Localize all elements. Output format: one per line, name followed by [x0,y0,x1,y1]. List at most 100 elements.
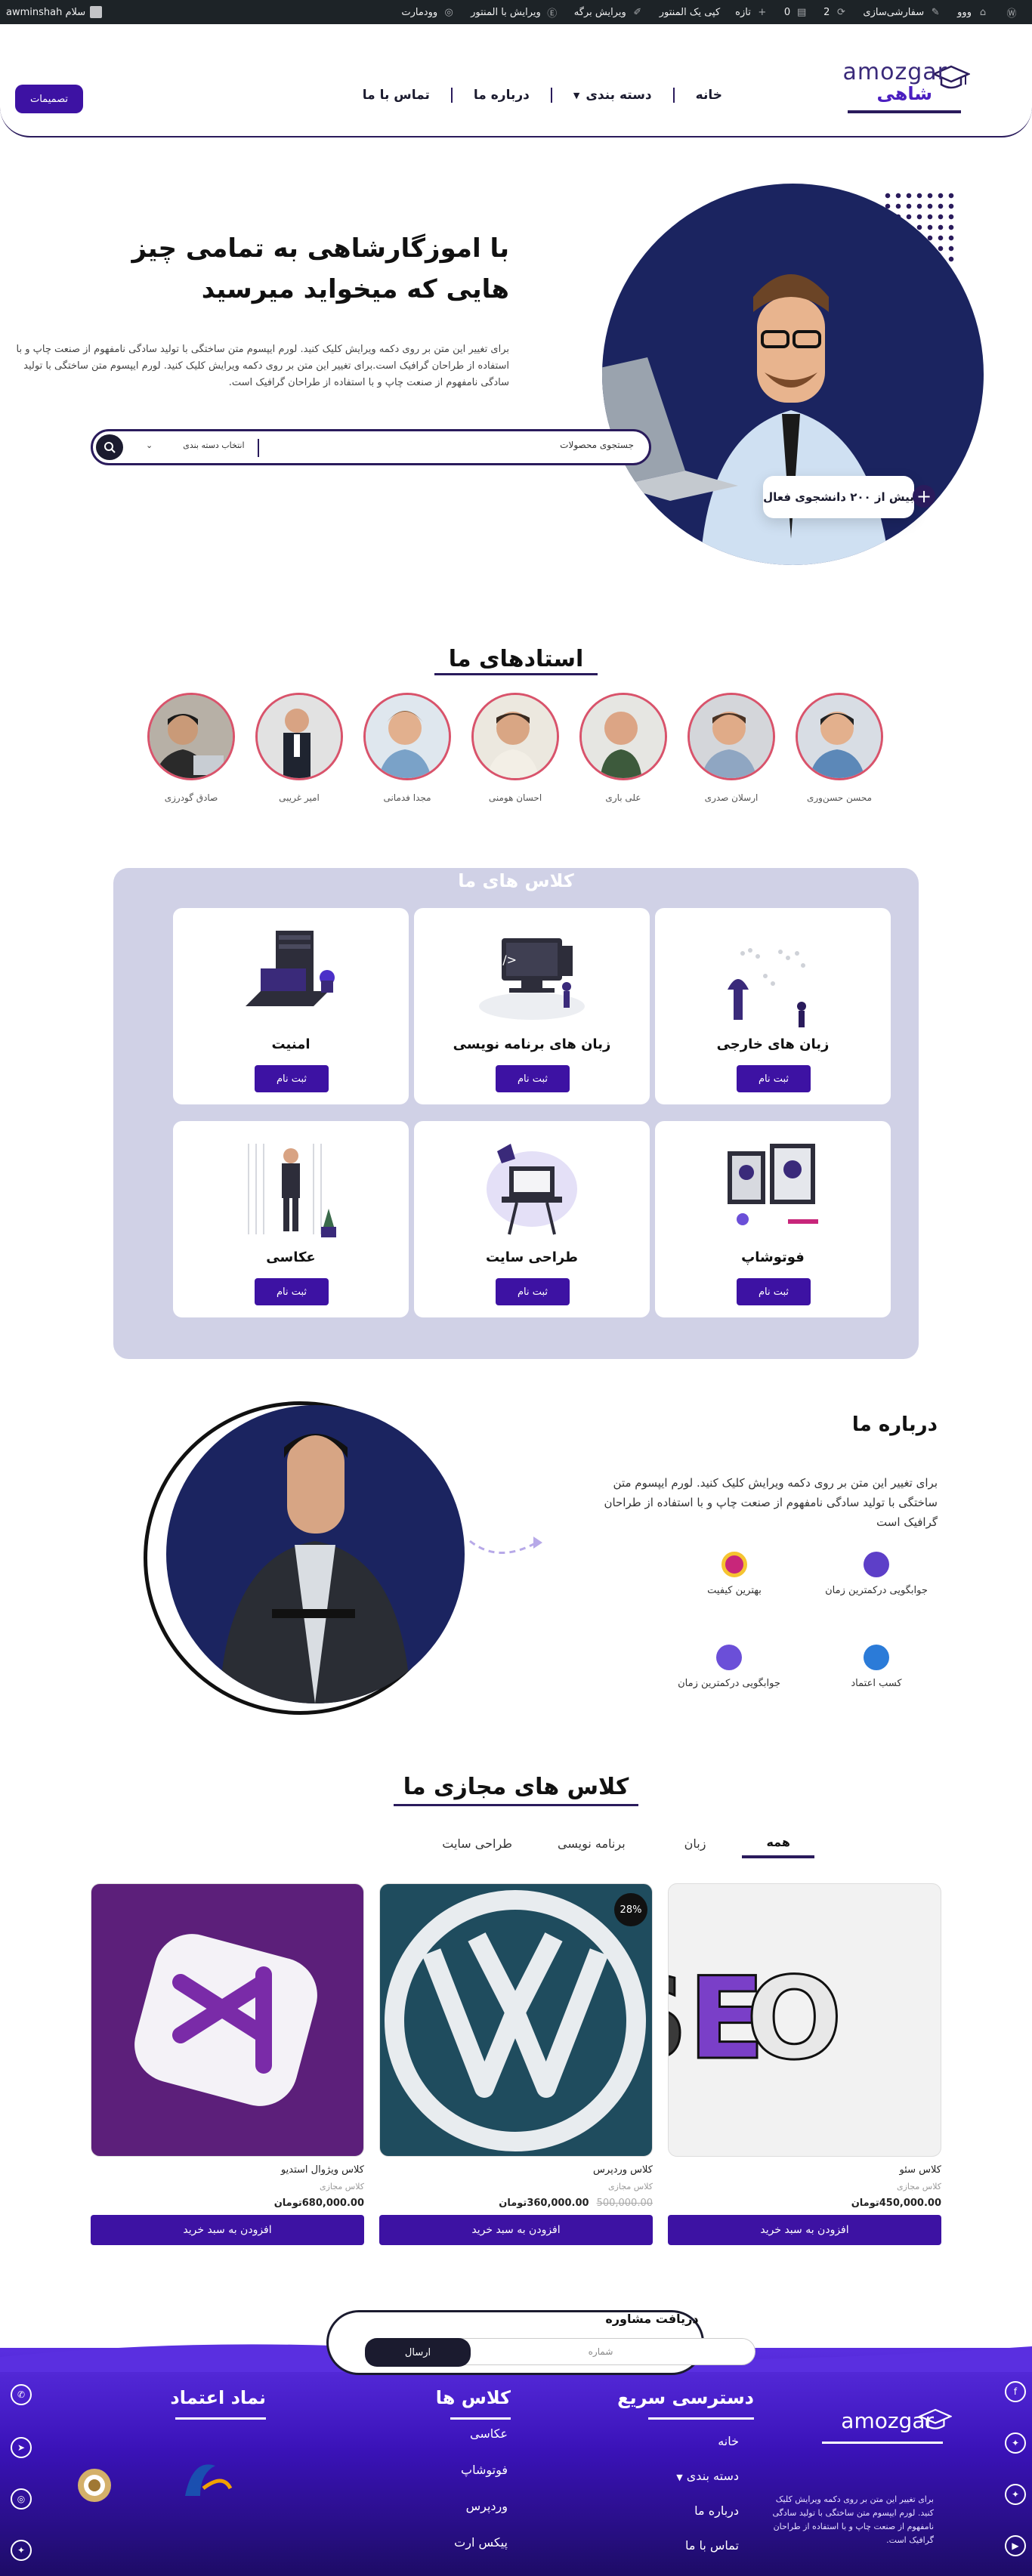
about-text: برای تغییر این متن بر روی دکمه ویرایش کل… [604,1476,938,1529]
product-name[interactable]: کلاس سئو [668,2164,941,2176]
class-title: زبان های خارجی [716,1036,830,1052]
quality-icon [721,1552,747,1577]
footer-link-categories[interactable]: دسته بندی ▼ [676,2469,739,2483]
instagram-icon[interactable]: ◎ [11,2488,32,2510]
tab-language[interactable]: زبان [648,1828,743,1858]
footer-link-contact[interactable]: تماس با ما [685,2538,739,2553]
footer-link-pixel-art[interactable]: پیکس ارت [454,2535,508,2550]
teacher-name: ارسلان صدری [704,792,759,803]
telegram-icon[interactable]: ➤ [11,2437,32,2458]
footer-link-photoshop[interactable]: فوتوشاپ [461,2463,508,2477]
product-name[interactable]: کلاس ویژوال استدیو [91,2164,364,2176]
product-card[interactable]: کلاس ویژوال استدیو کلاس مجازی 680,000.00… [91,1883,364,2245]
feature-item: جوابگویی درکمترین زمان [672,1645,786,1689]
register-button[interactable]: ثبت نام [255,1065,329,1092]
teacher-card[interactable]: مجدا فدمانی [363,693,451,803]
admin-woodmart[interactable]: ◎ وودمارت [394,0,463,24]
product-category[interactable]: کلاس مجازی [91,2182,364,2191]
admin-site-home[interactable]: ⌂ ووو [950,0,997,24]
admin-edit-page[interactable]: ✐ ویرایش برگه [567,0,652,24]
admin-edit-elementor[interactable]: Ⓔ ویرایش با المنتور [463,0,567,24]
site-logo[interactable]: amozgar شاهی [842,54,970,115]
teacher-photo [687,693,775,780]
nav-divider [672,88,675,103]
teacher-card[interactable]: محسن حسن‌وری [796,693,883,803]
teacher-card[interactable]: ارسلان صدری [687,693,775,803]
teacher-card[interactable]: علی باری [579,693,667,803]
support-icon [716,1645,742,1670]
admin-updates[interactable]: ⟳ 2 [816,0,855,24]
customize-label: سفارشی‌سازی [863,6,925,18]
add-to-cart-button[interactable]: افزودن به سبد خرید [379,2215,653,2245]
search-icon [104,442,116,453]
trust-icon [864,1645,889,1670]
product-image[interactable]: 28% [379,1883,653,2157]
product-name[interactable]: کلاس وردپرس [379,2164,653,2176]
tab-programming[interactable]: برنامه نویسی [535,1828,648,1858]
consult-header-button[interactable]: تصمیمات [15,85,83,113]
register-button[interactable]: ثبت نام [255,1278,329,1305]
twitter-icon[interactable]: ✦ [1005,2432,1026,2454]
product-category[interactable]: کلاس مجازی [668,2182,941,2191]
facebook-icon[interactable]: f [1005,2381,1026,2402]
class-card: طراحی سایت ثبت نام [414,1121,650,1317]
admin-new[interactable]: + تازه [728,0,777,24]
samandehi-badge[interactable] [72,2463,117,2508]
class-title: امنیت [271,1036,311,1052]
search-button[interactable] [96,434,123,460]
footer-link-photography[interactable]: عکاسی [470,2426,508,2441]
twitter-icon[interactable]: ✦ [11,2540,32,2561]
footer-link-home[interactable]: خانه [718,2434,739,2448]
wp-logo[interactable]: Ⓦ [997,0,1026,24]
register-button[interactable]: ثبت نام [496,1278,570,1305]
tab-web-design[interactable]: طراحی سایت [419,1828,535,1858]
admin-copy-elementor[interactable]: کپی یک المنتور [652,0,728,24]
teacher-card[interactable]: امیر غریبی [255,693,343,803]
twitter-icon[interactable]: ✦ [1005,2484,1026,2505]
teacher-photo [579,693,667,780]
title-underline [175,2417,266,2420]
product-price: 450,000.00تومان [668,2198,941,2209]
admin-customize[interactable]: ✎ سفارشی‌سازی [855,0,950,24]
sale-badge: 28% [614,1893,647,1926]
class-card: امنیت ثبت نام [173,908,409,1104]
woodmart-icon: ◎ [444,6,453,18]
teacher-name: صادق گودرزی [164,792,218,803]
register-button[interactable]: ثبت نام [496,1065,570,1092]
web-design-illustration [487,1144,577,1235]
footer-link-about[interactable]: درباره ما [694,2503,739,2518]
register-button[interactable]: ثبت نام [737,1065,811,1092]
admin-comments[interactable]: ▤ 0 [777,0,816,24]
register-button[interactable]: ثبت نام [737,1278,811,1305]
nav-about[interactable]: درباره ما [453,88,551,103]
feature-label: جوابگویی درکمترین زمان [825,1585,928,1596]
product-image[interactable]: S E O [668,1883,941,2157]
search-input[interactable]: جستجوی محصولات [560,440,634,450]
nav-categories[interactable]: دسته بندی ▼ [552,88,673,103]
footer-link-wordpress[interactable]: وردپرس [466,2499,508,2513]
teacher-card[interactable]: صادق گودرزی [147,693,235,803]
category-select[interactable]: انتخاب دسته بندی ⌄ [146,440,245,450]
photography-illustration [248,1144,336,1237]
product-category[interactable]: کلاس مجازی [379,2182,653,2191]
product-card[interactable]: 28% کلاس وردپرس کلاس مجازی 500,000.00 360… [379,1883,653,2245]
whatsapp-icon[interactable]: ✆ [11,2384,32,2405]
footer-classes-title: کلاس ها [435,2387,511,2408]
enamad-badge[interactable] [170,2451,238,2511]
tab-all[interactable]: همه [742,1828,814,1858]
feature-label: کسب اعتماد [851,1678,902,1689]
add-to-cart-button[interactable]: افزودن به سبد خرید [91,2215,364,2245]
nav-contact[interactable]: تماس با ما [341,88,451,103]
product-image[interactable] [91,1883,364,2157]
product-card[interactable]: S E O کلاس سئو کلاس مجازی 450,000.00توما… [668,1883,941,2245]
send-button[interactable]: ارسال [365,2338,471,2367]
youtube-icon[interactable]: ▶ [1005,2535,1026,2556]
admin-account[interactable]: سلام awminshah [6,0,103,24]
class-card: فوتوشاپ ثبت نام [655,1121,891,1317]
teacher-card[interactable]: احسان هومنی [471,693,559,803]
phone-input[interactable]: شماره [446,2338,755,2365]
add-to-cart-button[interactable]: افزودن به سبد خرید [668,2215,941,2245]
home-icon: ⌂ [979,6,987,18]
teacher-name: مجدا فدمانی [383,792,431,803]
nav-home[interactable]: خانه [675,88,743,103]
